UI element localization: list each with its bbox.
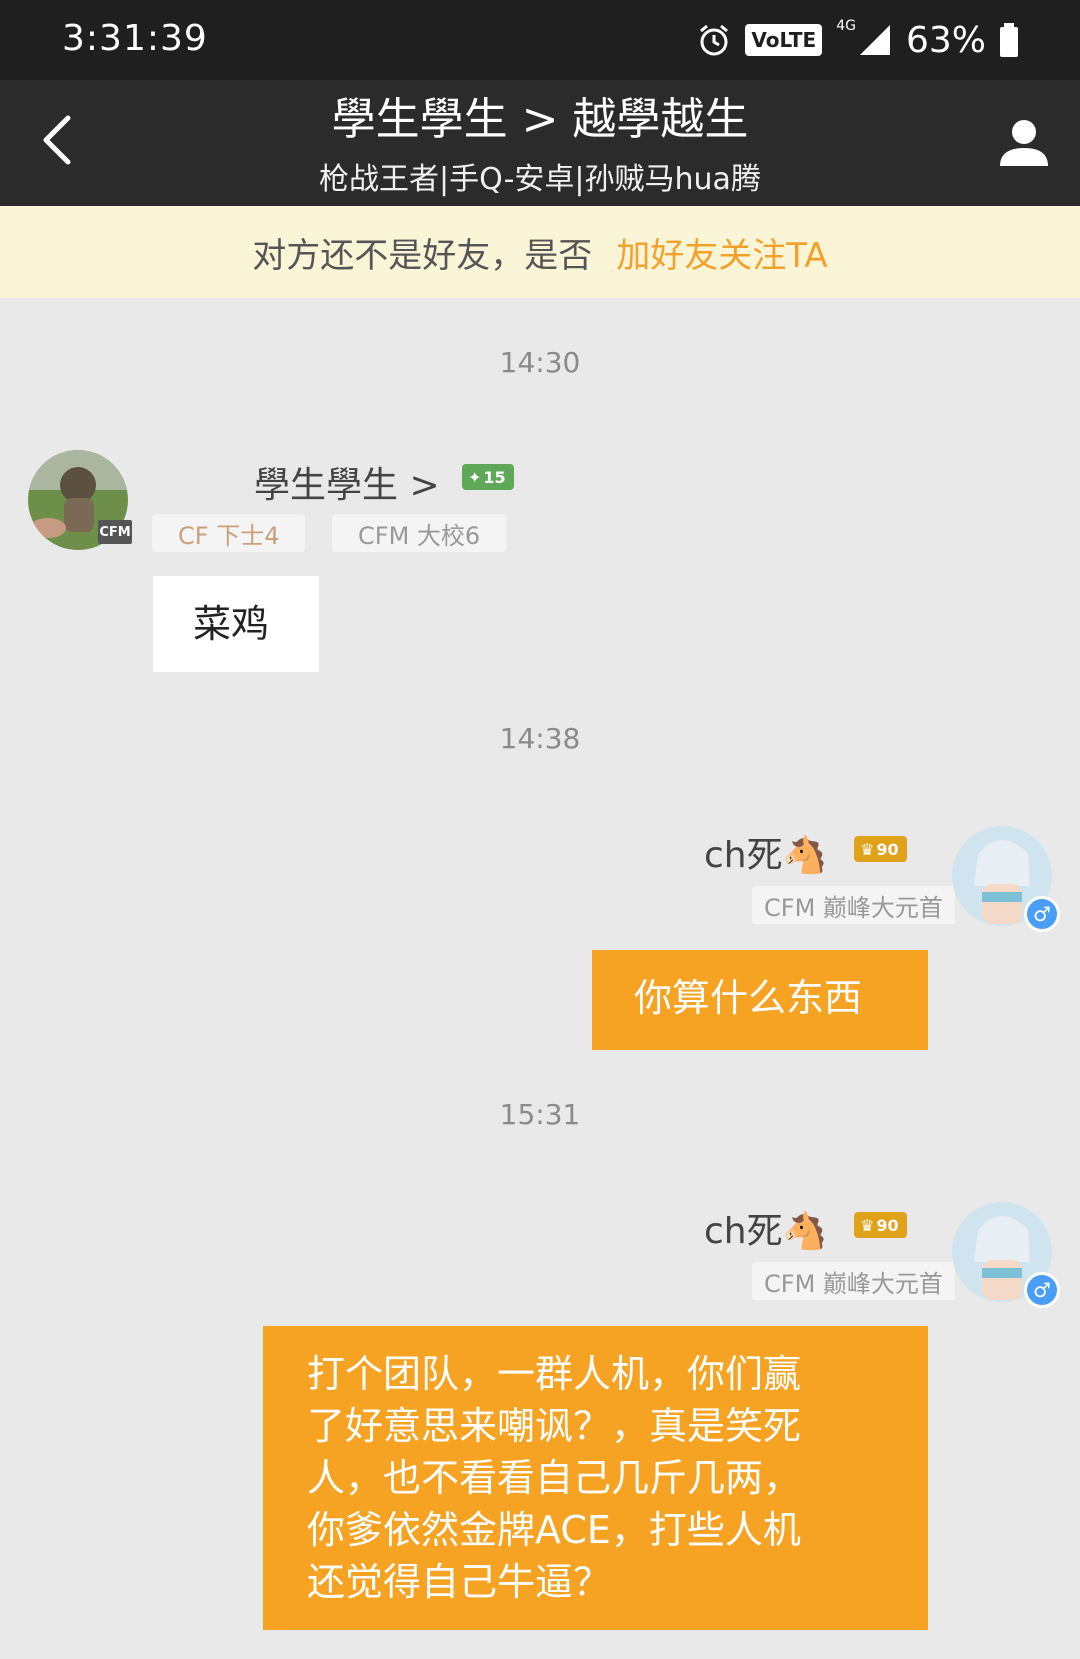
friend-banner-text: 对方还不是好友，是否 bbox=[252, 235, 593, 276]
status-time: 3:31:39 bbox=[62, 18, 208, 59]
sender-name: ch死🐴 bbox=[704, 835, 828, 876]
rank-tag: CFM 大校6 bbox=[332, 514, 507, 552]
my-avatar[interactable]: ♂ bbox=[952, 1202, 1060, 1308]
message-bubble-outgoing[interactable]: 打个团队，一群人机，你们赢 了好意思来嘲讽？，真是笑死 人，也不看看自己几斤几两… bbox=[263, 1326, 928, 1630]
cfm-badge: CFM bbox=[98, 520, 132, 544]
chat-title: 學生學生 > 越學越生 bbox=[331, 94, 749, 145]
status-icons: VoLTE 4G 63% bbox=[697, 18, 1018, 62]
volte-icon: VoLTE bbox=[745, 24, 823, 56]
message-line: 你爹依然金牌ACE，打些人机 bbox=[307, 1508, 801, 1552]
level-badge: ♛ 90 bbox=[854, 836, 907, 862]
message-timestamp: 14:38 bbox=[499, 722, 581, 755]
message-timestamp: 15:31 bbox=[499, 1098, 581, 1131]
sender-avatar[interactable]: CFM bbox=[28, 450, 132, 550]
message-timestamp: 14:30 bbox=[499, 346, 581, 379]
add-friend-link[interactable]: 加好友关注TA bbox=[616, 228, 827, 277]
battery-icon bbox=[1000, 23, 1018, 57]
sender-name: 學生學生 > bbox=[254, 465, 440, 506]
level-badge: ✦ 15 bbox=[462, 464, 514, 490]
alarm-icon bbox=[700, 24, 729, 56]
network-type: 4G bbox=[836, 18, 856, 34]
message-bubble-incoming[interactable]: 菜鸡 bbox=[153, 576, 319, 672]
profile-icon[interactable] bbox=[996, 114, 1052, 170]
message-bubble-outgoing[interactable]: 你算什么东西 bbox=[592, 950, 928, 1050]
status-bar: 3:31:39 VoLTE 4G 63% bbox=[0, 0, 1080, 80]
rank-tag: CFM 巅峰大元首 bbox=[752, 1262, 955, 1300]
sender-name: ch死🐴 bbox=[704, 1211, 828, 1252]
male-icon: ♂ bbox=[1024, 896, 1060, 932]
chat-subtitle: 枪战王者|手Q-安卓|孙贼马hua腾 bbox=[319, 162, 761, 197]
rank-tag: CF 下士4 bbox=[152, 514, 306, 552]
male-icon: ♂ bbox=[1024, 1272, 1060, 1308]
my-avatar[interactable]: ♂ bbox=[952, 826, 1060, 932]
signal-icon bbox=[859, 25, 890, 55]
crown-icon: ♛ bbox=[860, 1215, 875, 1235]
rank-tag: CFM 巅峰大元首 bbox=[752, 886, 955, 924]
star-icon: ✦ bbox=[468, 467, 482, 487]
crown-icon: ♛ bbox=[860, 839, 875, 859]
battery-percent: 63% bbox=[905, 19, 986, 61]
message-line: 还觉得自己牛逼？ bbox=[307, 1560, 612, 1604]
message-line: 打个团队，一群人机，你们赢 bbox=[307, 1352, 802, 1396]
friend-request-banner: 对方还不是好友，是否 加好友关注TA bbox=[0, 206, 1080, 298]
nav-bar: 學生學生 > 越學越生 枪战王者|手Q-安卓|孙贼马hua腾 bbox=[0, 80, 1080, 206]
message-line: 人，也不看看自己几斤几两， bbox=[307, 1456, 802, 1500]
message-line: 了好意思来嘲讽？，真是笑死 bbox=[307, 1404, 802, 1448]
level-badge: ♛ 90 bbox=[854, 1212, 907, 1238]
